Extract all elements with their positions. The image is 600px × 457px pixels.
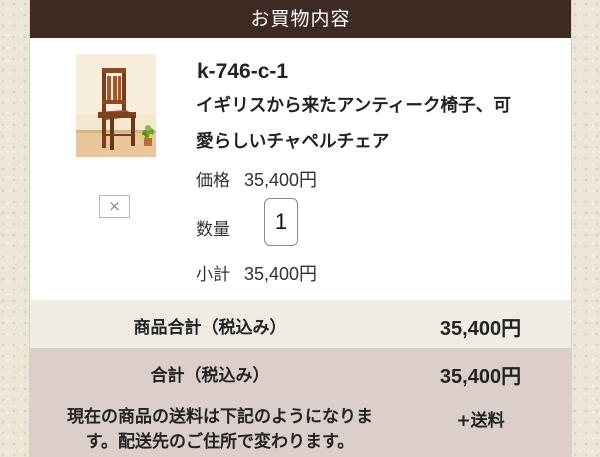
- products-total-value: 35,400円: [439, 318, 522, 340]
- shipping-note: 現在の商品の送料は下記のようになりま す。配送先のご住所で変わります。: [30, 405, 410, 455]
- subtotal-label: 小計: [196, 265, 230, 285]
- price-value: 35,400円: [244, 170, 318, 190]
- product-code: k-746-c-1: [197, 60, 289, 83]
- shipping-note-line-2: す。配送先のご住所で変わります。: [85, 432, 355, 452]
- price-row: 価格 35,400円: [196, 166, 317, 192]
- product-thumbnail[interactable]: [76, 54, 156, 157]
- product-name-line-2: 愛らしいチャペルチェア: [196, 132, 390, 152]
- chair-photo-icon: [76, 54, 156, 157]
- cart-title: お買物内容: [250, 8, 351, 30]
- shipping-value: +送料: [456, 411, 505, 431]
- close-icon: ×: [108, 197, 121, 215]
- remove-item-button[interactable]: ×: [99, 195, 130, 218]
- subtotal-row: 小計 35,400円: [196, 260, 317, 286]
- grand-total-label: 合計（税込み）: [150, 366, 270, 386]
- grand-total-value: 35,400円: [439, 366, 522, 388]
- cart-panel: お買物内容 × k-746-c-1 イギリスから来たアンティーク椅子、可 愛らし…: [29, 0, 572, 457]
- grand-total-row: 合計（税込み） 35,400円 現在の商品の送料は下記のようになりま す。配送先…: [30, 348, 571, 457]
- product-name[interactable]: イギリスから来たアンティーク椅子、可 愛らしいチャペルチェア: [196, 88, 570, 160]
- product-name-line-1: イギリスから来たアンティーク椅子、可: [196, 96, 511, 116]
- products-total-label: 商品合計（税込み）: [133, 318, 287, 338]
- price-label: 価格: [196, 171, 230, 191]
- cart-header: お買物内容: [30, 0, 571, 38]
- quantity-label: 数量: [196, 220, 230, 240]
- products-total-row: 商品合計（税込み） 35,400円: [30, 300, 571, 348]
- quantity-input[interactable]: 1: [264, 198, 298, 246]
- shipping-note-line-1: 現在の商品の送料は下記のようになりま: [67, 407, 373, 427]
- subtotal-value: 35,400円: [244, 264, 318, 284]
